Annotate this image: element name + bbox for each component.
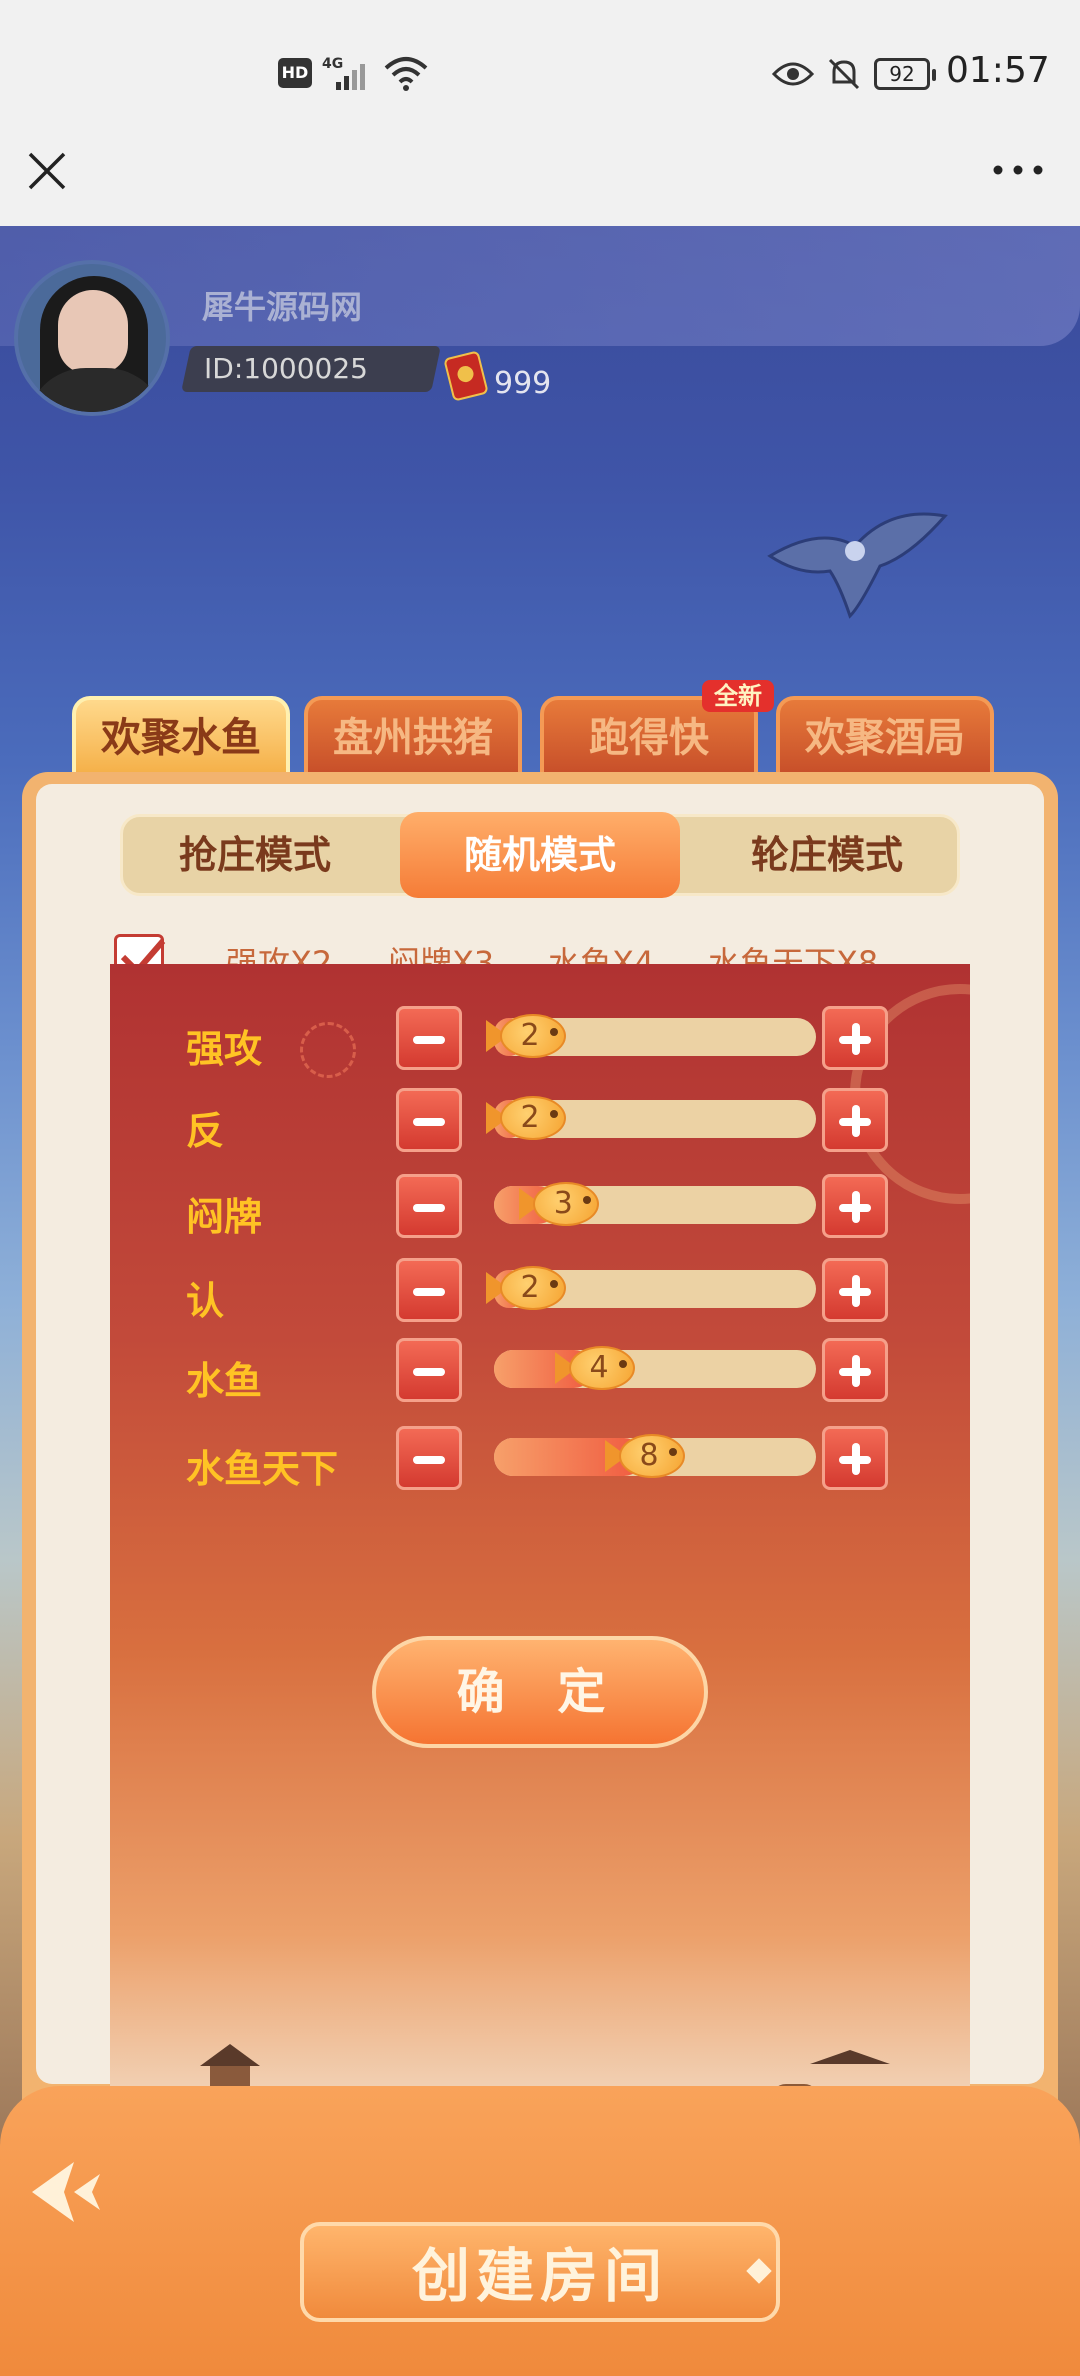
multiplier-slider[interactable]: 8 — [494, 1434, 816, 1478]
fish-slider-handle[interactable]: 4 — [555, 1340, 639, 1396]
multiplier-value: 8 — [639, 1438, 659, 1473]
increase-button[interactable] — [822, 1426, 888, 1490]
tab-huanju-shuiyu[interactable]: 欢聚水鱼 — [72, 696, 290, 776]
multiplier-label: 强攻 — [186, 1027, 263, 1071]
minus-icon — [413, 1368, 445, 1376]
minus-icon — [413, 1456, 445, 1464]
minus-icon — [413, 1118, 445, 1126]
multiplier-slider[interactable]: 2 — [486, 1096, 816, 1140]
increase-button[interactable] — [822, 1258, 888, 1322]
multiplier-value: 2 — [520, 1270, 540, 1305]
fish-slider-handle[interactable]: 2 — [486, 1090, 570, 1146]
increase-button[interactable] — [822, 1174, 888, 1238]
more-options-icon[interactable] — [988, 150, 1048, 190]
multiplier-value: 2 — [520, 1018, 540, 1053]
fish-slider-handle[interactable]: 2 — [486, 1008, 570, 1064]
decrease-button[interactable] — [396, 1338, 462, 1402]
confirm-button[interactable]: 确 定 — [372, 1636, 708, 1748]
player-name: 犀牛源码网 — [202, 288, 363, 326]
multiplier-label: 水鱼天下 — [186, 1447, 339, 1491]
multiplier-label: 闷牌 — [186, 1195, 263, 1239]
red-envelope-icon — [443, 350, 489, 402]
kite-decoration — [767, 512, 948, 619]
multiplier-slider[interactable]: 2 — [486, 1266, 816, 1310]
multiplier-slider[interactable]: 2 — [486, 1014, 816, 1058]
multiplier-slider[interactable]: 3 — [494, 1182, 816, 1226]
tab-huanju-jiuju[interactable]: 欢聚酒局 — [776, 696, 994, 776]
decrease-button[interactable] — [396, 1006, 462, 1070]
multiplier-label: 反 — [186, 1109, 225, 1153]
eye-icon — [772, 62, 814, 86]
avatar[interactable] — [14, 260, 170, 416]
mode-lunzhuang[interactable]: 轮庄模式 — [700, 812, 954, 898]
multiplier-value: 3 — [553, 1186, 573, 1221]
tab-panzhou-gongzhu[interactable]: 盘州拱猪 — [304, 696, 522, 776]
multiplier-slider[interactable]: 4 — [494, 1346, 816, 1390]
multiplier-label: 水鱼 — [186, 1359, 263, 1403]
page-title: 创建房间 — [300, 2222, 780, 2322]
hd-badge: HD — [278, 58, 312, 88]
battery-icon: 92 — [874, 58, 936, 90]
decrease-button[interactable] — [396, 1258, 462, 1322]
multiplier-label: 认 — [186, 1279, 225, 1323]
game-screen: 犀牛源码网 ID:1000025 999 欢聚水鱼 盘州拱猪 跑得快 欢聚酒局 … — [0, 226, 1080, 2376]
coin-count: 999 — [494, 366, 552, 401]
sun-decoration — [300, 1022, 356, 1078]
increase-button[interactable] — [822, 1088, 888, 1152]
increase-button[interactable] — [822, 1338, 888, 1402]
fish-slider-handle[interactable]: 2 — [486, 1260, 570, 1316]
back-arrow-icon[interactable] — [18, 2152, 108, 2232]
clock: 01:57 — [946, 50, 1050, 91]
multiplier-value: 4 — [589, 1350, 609, 1385]
decrease-button[interactable] — [396, 1426, 462, 1490]
player-id: ID:1000025 — [204, 352, 368, 385]
close-icon[interactable] — [24, 148, 70, 194]
minus-icon — [413, 1036, 445, 1044]
fish-slider-handle[interactable]: 3 — [519, 1176, 603, 1232]
minus-icon — [413, 1288, 445, 1296]
decrease-button[interactable] — [396, 1088, 462, 1152]
fish-slider-handle[interactable]: 8 — [605, 1428, 689, 1484]
mode-qiangzhuang[interactable]: 抢庄模式 — [130, 812, 380, 898]
webview-header — [0, 140, 1080, 226]
mode-suiji[interactable]: 随机模式 — [400, 812, 680, 898]
multiplier-popup: 强攻 2 反 2 闷牌 3 认 2 水鱼 4 水鱼天下 8 确 定 — [110, 964, 970, 2208]
wifi-icon — [384, 57, 428, 91]
minus-icon — [413, 1204, 445, 1212]
multiplier-value: 2 — [520, 1100, 540, 1135]
mute-bell-icon — [828, 58, 860, 90]
signal-icon — [336, 64, 365, 90]
increase-button[interactable] — [822, 1006, 888, 1070]
decrease-button[interactable] — [396, 1174, 462, 1238]
new-badge: 全新 — [702, 680, 774, 712]
